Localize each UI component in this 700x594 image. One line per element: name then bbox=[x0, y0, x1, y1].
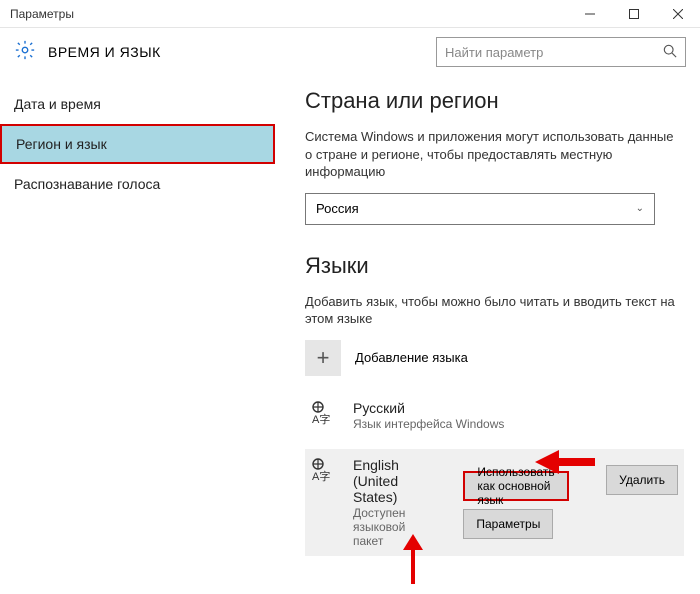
language-item-russian[interactable]: A字 Русский Язык интерфейса Windows bbox=[305, 394, 684, 437]
region-heading: Страна или регион bbox=[305, 88, 684, 114]
sidebar-item-date-time[interactable]: Дата и время bbox=[0, 84, 275, 124]
svg-text:A字: A字 bbox=[312, 412, 330, 426]
language-name: Русский bbox=[353, 400, 504, 416]
language-options-button[interactable]: Параметры bbox=[463, 509, 553, 539]
language-icon: A字 bbox=[309, 400, 339, 431]
sidebar-item-region-language[interactable]: Регион и язык bbox=[0, 124, 275, 164]
chevron-down-icon: ⌄ bbox=[636, 203, 644, 214]
language-sub: Язык интерфейса Windows bbox=[353, 417, 504, 431]
region-description: Система Windows и приложения могут испол… bbox=[305, 128, 684, 181]
search-icon bbox=[663, 44, 677, 61]
languages-description: Добавить язык, чтобы можно было читать и… bbox=[305, 293, 684, 328]
header: ВРЕМЯ И ЯЗЫК Найти параметр bbox=[0, 28, 700, 76]
remove-language-button[interactable]: Удалить bbox=[606, 465, 678, 495]
set-default-button[interactable]: Использовать как основной язык bbox=[463, 471, 568, 501]
region-dropdown[interactable]: Россия ⌄ bbox=[305, 193, 655, 225]
maximize-button[interactable] bbox=[612, 0, 656, 28]
page-title: ВРЕМЯ И ЯЗЫК bbox=[48, 44, 424, 60]
add-language-row[interactable]: + Добавление языка bbox=[305, 340, 684, 376]
plus-icon: + bbox=[305, 340, 341, 376]
language-sub: Доступен языковой пакет bbox=[353, 506, 405, 548]
sidebar-item-label: Регион и язык bbox=[16, 136, 107, 152]
sidebar-item-label: Дата и время bbox=[14, 96, 101, 112]
gear-icon bbox=[14, 39, 36, 66]
content: Страна или регион Система Windows и прил… bbox=[275, 76, 700, 594]
language-name: English (United States) bbox=[353, 457, 405, 505]
region-selected: Россия bbox=[316, 201, 359, 216]
search-input[interactable]: Найти параметр bbox=[436, 37, 686, 67]
language-item-english-us[interactable]: A字 English (United States) Доступен язык… bbox=[305, 449, 684, 556]
add-language-label: Добавление языка bbox=[355, 350, 468, 365]
close-button[interactable] bbox=[656, 0, 700, 28]
titlebar: Параметры bbox=[0, 0, 700, 28]
languages-heading: Языки bbox=[305, 253, 684, 279]
sidebar: Дата и время Регион и язык Распознавание… bbox=[0, 76, 275, 594]
sidebar-item-label: Распознавание голоса bbox=[14, 176, 160, 192]
window-title: Параметры bbox=[10, 7, 568, 21]
sidebar-item-speech[interactable]: Распознавание голоса bbox=[0, 164, 275, 204]
language-icon: A字 bbox=[309, 457, 339, 488]
svg-text:A字: A字 bbox=[312, 469, 330, 483]
search-placeholder: Найти параметр bbox=[445, 45, 663, 60]
minimize-button[interactable] bbox=[568, 0, 612, 28]
